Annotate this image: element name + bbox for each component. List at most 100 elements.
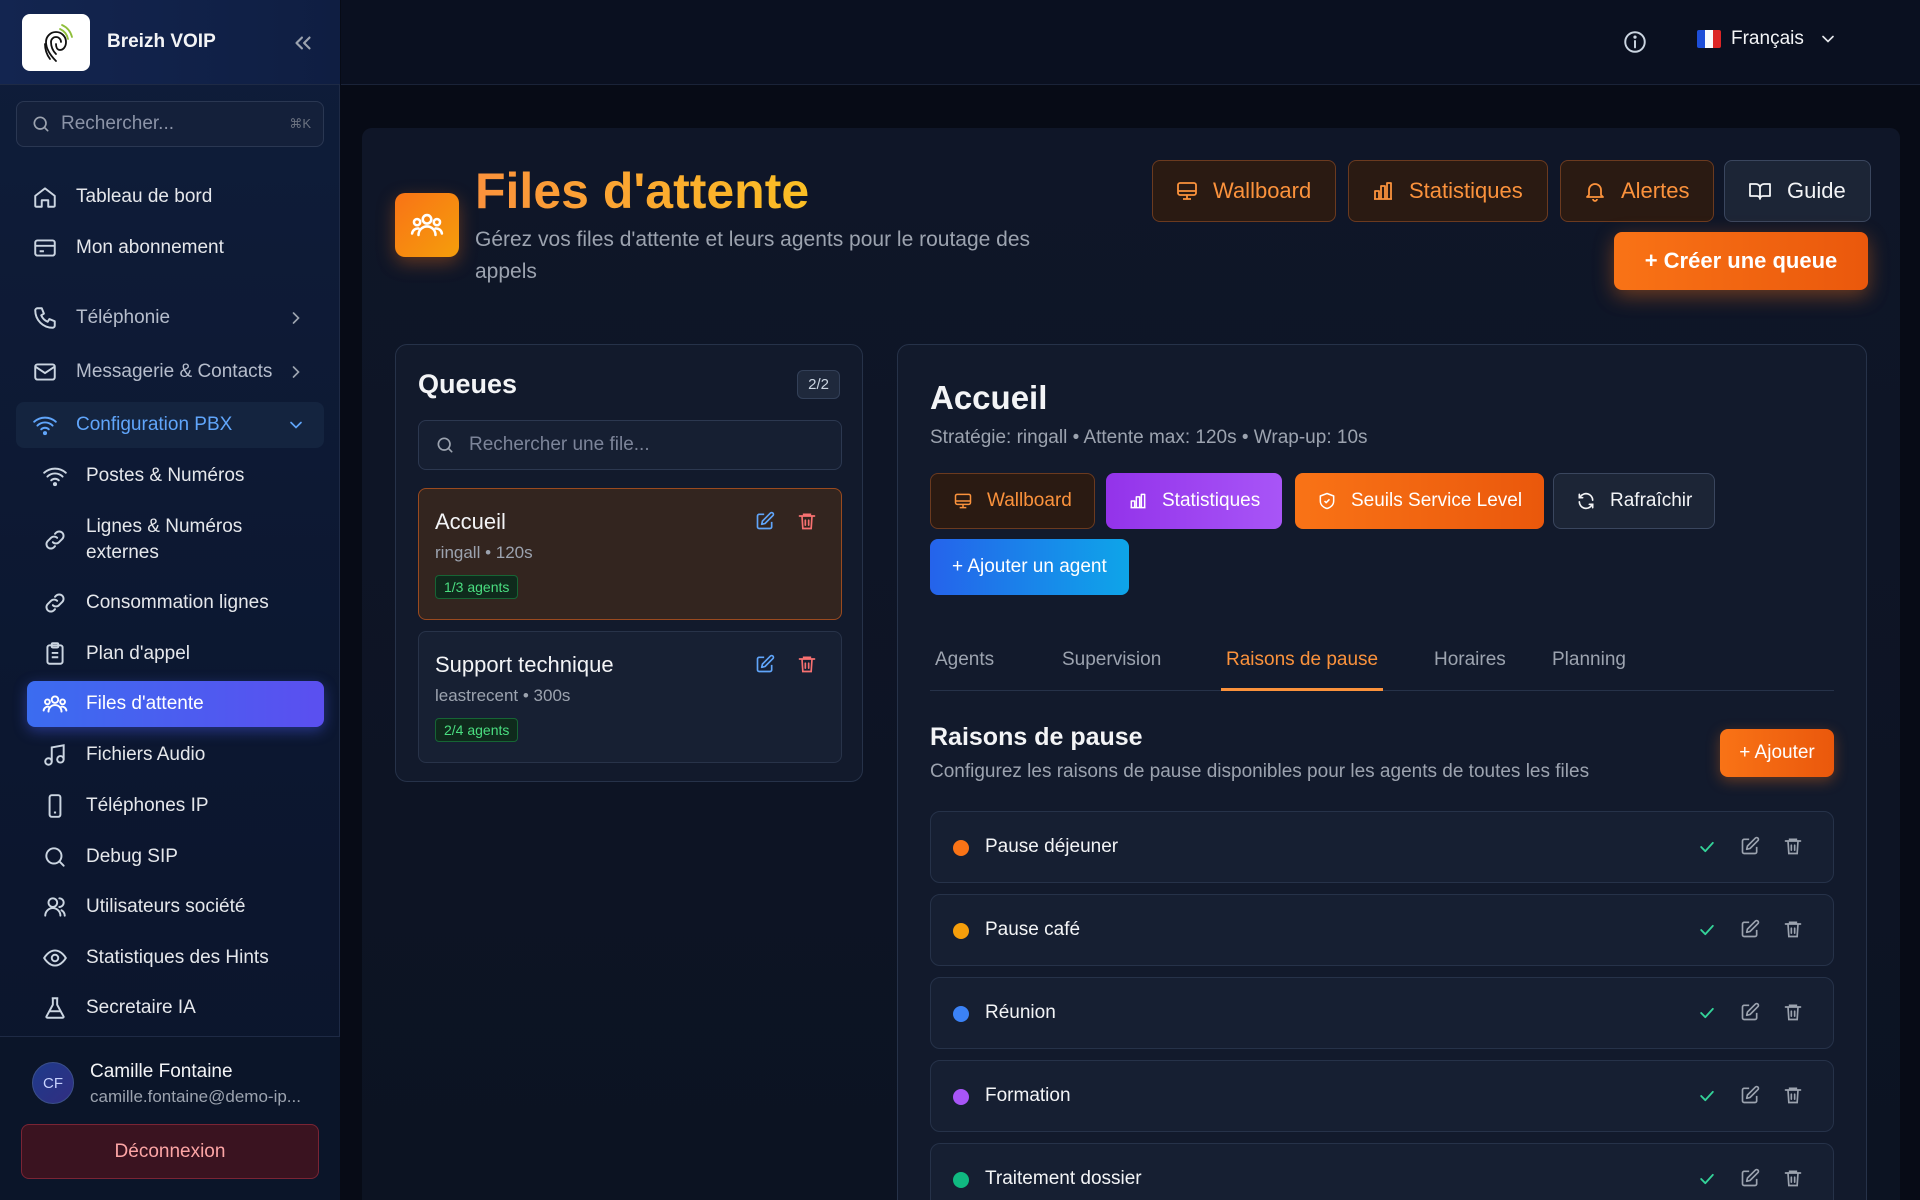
edit-icon[interactable] (1740, 836, 1760, 856)
tab-schedules[interactable]: Horaires (1429, 637, 1511, 691)
trash-icon[interactable] (797, 654, 817, 674)
queue-detail-meta: Stratégie: ringall • Attente max: 120s •… (930, 427, 1368, 448)
edit-icon[interactable] (1740, 919, 1760, 939)
sidebar-subitem-hints-stats[interactable]: Statistiques des Hints (27, 935, 324, 981)
user-profile-area: CF Camille Fontaine camille.fontaine@dem… (0, 1036, 340, 1200)
sidebar-subitem-company-users[interactable]: Utilisateurs société (27, 884, 324, 930)
sidebar-subitem-external-lines[interactable]: Lignes & Numéros externes (27, 510, 324, 570)
queue-item-accueil[interactable]: Accueil ringall • 120s 1/3 agents (418, 488, 842, 620)
sidebar-subitem-dial-plan[interactable]: Plan d'appel (27, 631, 324, 677)
sidebar-item-pbx-config[interactable]: Configuration PBX (16, 402, 324, 448)
trash-icon[interactable] (1783, 1002, 1803, 1022)
add-agent-button[interactable]: + Ajouter un agent (930, 539, 1129, 595)
label-line-1: Lignes & Numéros (86, 516, 243, 537)
top-bar: Français (341, 0, 1920, 85)
search-icon (31, 114, 51, 134)
sidebar: Breizh VOIP Rechercher... ⌘K Tableau de … (0, 0, 340, 1200)
sidebar-subitem-ai-secretary[interactable]: Secretaire IA (27, 985, 324, 1031)
queues-panel: Queues 2/2 Rechercher une file... Accuei… (395, 344, 863, 782)
check-icon[interactable] (1697, 1003, 1717, 1023)
sidebar-search-input[interactable]: Rechercher... ⌘K (16, 101, 324, 147)
trash-icon[interactable] (1783, 1085, 1803, 1105)
tab-planning[interactable]: Planning (1547, 637, 1631, 691)
queue-search-input[interactable]: Rechercher une file... (418, 420, 842, 470)
queue-wallboard-button[interactable]: Wallboard (930, 473, 1095, 529)
chevron-down-icon (1818, 29, 1838, 49)
edit-icon[interactable] (1740, 1002, 1760, 1022)
tab-agents[interactable]: Agents (930, 637, 999, 691)
trash-icon[interactable] (1783, 1168, 1803, 1188)
main-content: Files d'attente Gérez vos files d'attent… (362, 128, 1900, 1200)
pause-reason-row[interactable]: Réunion (930, 977, 1834, 1049)
collapse-sidebar-icon[interactable] (290, 30, 316, 56)
sidebar-subitem-queues[interactable]: Files d'attente (27, 681, 324, 727)
edit-icon[interactable] (1740, 1085, 1760, 1105)
link-icon (42, 527, 68, 553)
pause-reason-row[interactable]: Formation (930, 1060, 1834, 1132)
avatar[interactable]: CF (32, 1062, 74, 1104)
queue-agents-badge: 2/4 agents (435, 718, 519, 742)
brand-logo[interactable] (22, 14, 90, 71)
queue-name: Support technique (435, 652, 614, 677)
trash-icon[interactable] (797, 511, 817, 531)
add-pause-reason-button[interactable]: + Ajouter (1720, 729, 1834, 777)
bell-icon (1583, 179, 1607, 203)
trash-icon[interactable] (1783, 919, 1803, 939)
pause-reason-name: Pause déjeuner (985, 836, 1119, 857)
edit-icon[interactable] (1740, 1168, 1760, 1188)
statistics-label: Statistiques (1409, 178, 1523, 203)
check-icon[interactable] (1697, 837, 1717, 857)
check-icon[interactable] (1697, 920, 1717, 940)
mail-icon (32, 359, 58, 385)
pause-reason-row[interactable]: Pause déjeuner (930, 811, 1834, 883)
language-selector[interactable]: Français (1697, 28, 1838, 50)
chevron-down-icon (286, 415, 306, 435)
create-queue-button[interactable]: + Créer une queue (1614, 232, 1868, 290)
pause-reason-name: Formation (985, 1085, 1071, 1106)
sidebar-subitem-ip-phones[interactable]: Téléphones IP (27, 783, 324, 829)
queue-detail-tabs: Agents Supervision Raisons de pause Hora… (930, 637, 1834, 691)
info-icon[interactable] (1622, 29, 1648, 55)
refresh-button[interactable]: Rafraîchir (1553, 473, 1716, 529)
service-level-button[interactable]: Seuils Service Level (1295, 473, 1545, 529)
sidebar-subitem-debug-sip[interactable]: Debug SIP (27, 834, 324, 880)
user-email: camille.fontaine@demo-ip... (90, 1087, 301, 1106)
pause-reason-color-dot (953, 923, 969, 939)
page-title: Files d'attente (475, 163, 810, 219)
queue-item-support-technique[interactable]: Support technique leastrecent • 300s 2/4… (418, 631, 842, 763)
edit-icon[interactable] (755, 511, 775, 531)
edit-icon[interactable] (755, 654, 775, 674)
sidebar-subitem-line-usage[interactable]: Consommation lignes (27, 580, 324, 626)
sidebar-item-telephony[interactable]: Téléphonie (16, 295, 324, 341)
sidebar-item-dashboard[interactable]: Tableau de bord (16, 174, 324, 220)
check-icon[interactable] (1697, 1086, 1717, 1106)
sidebar-subitem-extensions[interactable]: Postes & Numéros (27, 453, 324, 499)
smartphone-icon (42, 793, 68, 819)
page-subtitle: Gérez vos files d'attente et leurs agent… (475, 228, 1031, 283)
pause-reason-row[interactable]: Pause café (930, 894, 1834, 966)
queue-users-icon (395, 193, 459, 257)
alerts-button[interactable]: Alertes (1560, 160, 1715, 222)
sidebar-item-subscription[interactable]: Mon abonnement (16, 225, 324, 271)
alerts-label: Alertes (1621, 178, 1690, 203)
guide-button[interactable]: Guide (1724, 160, 1871, 222)
sidebar-subitem-audio-files[interactable]: Fichiers Audio (27, 732, 324, 778)
clipboard-icon (42, 641, 68, 667)
guide-label: Guide (1787, 178, 1846, 203)
pause-reason-color-dot (953, 1089, 969, 1105)
sidebar-subitem-label: Plan d'appel (86, 643, 190, 664)
wallboard-button[interactable]: Wallboard (1152, 160, 1337, 222)
chevron-right-icon (286, 308, 306, 328)
queue-statistics-button[interactable]: Statistiques (1106, 473, 1283, 529)
flask-icon (42, 995, 68, 1021)
sidebar-item-messaging[interactable]: Messagerie & Contacts (16, 349, 324, 395)
tab-supervision[interactable]: Supervision (1057, 637, 1166, 691)
pause-reason-row[interactable]: Traitement dossier (930, 1143, 1834, 1200)
logout-button[interactable]: Déconnexion (21, 1124, 319, 1179)
sidebar-subitem-label: Postes & Numéros (86, 465, 245, 486)
trash-icon[interactable] (1783, 836, 1803, 856)
queue-name: Accueil (435, 509, 506, 534)
tab-pause-reasons[interactable]: Raisons de pause (1221, 637, 1384, 691)
statistics-button[interactable]: Statistiques (1348, 160, 1548, 222)
check-icon[interactable] (1697, 1169, 1717, 1189)
